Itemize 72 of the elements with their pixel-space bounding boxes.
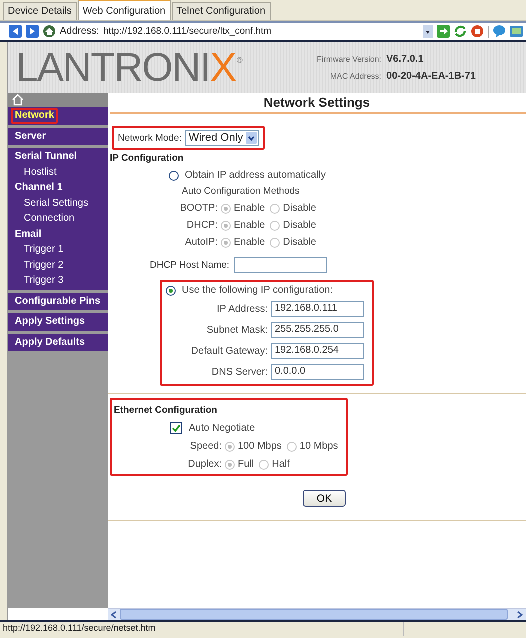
- field-label: DHCP Host Name:: [150, 260, 230, 270]
- field-label: Subnet Mask:: [206, 324, 268, 336]
- mac-label: MAC Address:: [329, 72, 382, 80]
- home-icon[interactable]: [12, 94, 24, 106]
- radio-button[interactable]: [166, 286, 176, 296]
- input-field[interactable]: 0.0.0.0: [271, 364, 364, 380]
- radio-label: Enable: [234, 237, 266, 248]
- field-label: Speed:: [189, 441, 222, 452]
- home-icon[interactable]: [43, 25, 56, 38]
- field-label: DHCP:: [186, 220, 218, 231]
- radio-label: Full: [238, 459, 254, 470]
- field-label: AutoIP:: [184, 237, 218, 248]
- radio-label: Use the following IP configuration:: [182, 285, 334, 296]
- sidebar-item[interactable]: Email: [11, 226, 46, 242]
- field-label: IP Address:: [216, 304, 268, 314]
- logo: LANTRONIX: [16, 48, 236, 88]
- sidebar-item[interactable]: Trigger 1: [11, 242, 68, 258]
- tab[interactable]: Device Details: [3, 2, 77, 20]
- tab[interactable]: Telnet Configuration: [172, 2, 271, 20]
- input-field[interactable]: 192.168.0.254: [271, 343, 364, 359]
- radio-label: Obtain IP address automatically: [185, 170, 326, 181]
- sidebar-item[interactable]: Channel 1: [11, 180, 67, 196]
- field-label: Network Mode:: [118, 132, 182, 144]
- mac-address: 00-20-4A-EA-1B-71: [386, 70, 476, 82]
- radio-label: Enable: [234, 220, 266, 231]
- address-field[interactable]: http://192.168.0.111/secure/ltx_conf.htm: [103, 26, 419, 37]
- sidebar-item[interactable]: Network: [11, 108, 58, 124]
- field-label: BOOTP:: [179, 203, 218, 214]
- sidebar-item[interactable]: Serial Tunnel: [11, 149, 82, 164]
- input-field[interactable]: [234, 257, 327, 273]
- tab[interactable]: Web Configuration: [78, 0, 171, 20]
- sidebar-item[interactable]: Trigger 3: [11, 273, 68, 288]
- scroll-left-icon[interactable]: [111, 610, 117, 618]
- radio-label: 100 Mbps: [238, 441, 282, 452]
- field-label: Duplex:: [187, 459, 222, 470]
- firmware-version: V6.7.0.1: [386, 54, 425, 64]
- radio-label: 10 Mbps: [300, 441, 338, 452]
- registered-mark: ®: [236, 56, 243, 65]
- input-field[interactable]: 255.255.255.0: [271, 322, 364, 338]
- checkbox[interactable]: [170, 422, 182, 434]
- page-title: Network Settings: [262, 94, 372, 110]
- sidebar-item[interactable]: Trigger 2: [11, 258, 68, 273]
- methods-label: Auto Configuration Methods: [181, 185, 301, 197]
- scroll-right-icon[interactable]: [517, 610, 523, 618]
- radio-label: Half: [272, 459, 290, 470]
- field-label: Default Gateway:: [190, 346, 268, 356]
- input-field[interactable]: 192.168.0.111: [271, 301, 364, 317]
- radio-label: Disable: [283, 220, 316, 231]
- speech-bubble-icon[interactable]: [493, 25, 506, 38]
- go-icon[interactable]: [437, 25, 450, 38]
- sidebar-item[interactable]: Hostlist: [11, 164, 61, 180]
- sidebar-item[interactable]: Serial Settings: [11, 196, 92, 211]
- forward-icon[interactable]: [26, 25, 39, 38]
- radio-label: Disable: [283, 203, 316, 214]
- network-mode-dropdown[interactable]: Wired Only: [184, 130, 260, 146]
- field-label: DNS Server:: [210, 366, 268, 378]
- sidebar-item[interactable]: Connection: [11, 211, 79, 226]
- stop-icon[interactable]: [471, 25, 484, 38]
- radio-button[interactable]: [169, 170, 179, 180]
- back-icon[interactable]: [9, 25, 22, 38]
- address-label: Address:: [60, 26, 100, 37]
- dropdown-icon[interactable]: [423, 25, 433, 38]
- firmware-label: Firmware Version:: [317, 54, 382, 64]
- window-icon[interactable]: [510, 25, 523, 38]
- refresh-icon[interactable]: [454, 25, 467, 38]
- section-title: IP Configuration: [109, 153, 185, 164]
- section-title: Ethernet Configuration: [113, 405, 218, 416]
- radio-label: Disable: [283, 237, 316, 248]
- dropdown-icon[interactable]: [246, 132, 258, 144]
- ok-button[interactable]: OK: [303, 490, 346, 507]
- radio-label: Enable: [234, 203, 266, 214]
- checkbox-label: Auto Negotiate: [189, 422, 256, 434]
